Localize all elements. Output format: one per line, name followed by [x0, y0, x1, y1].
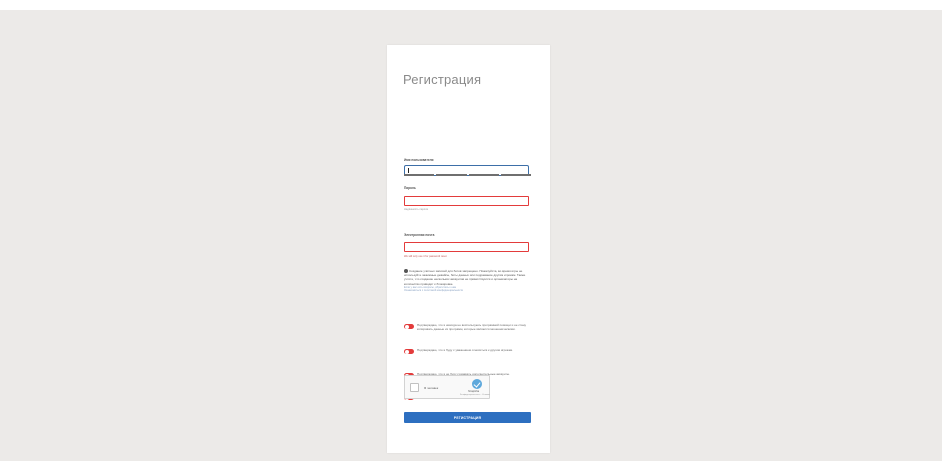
captcha-brand: hCaptcha	[468, 390, 480, 393]
strength-segment	[500, 174, 531, 176]
captcha-label: Я человек	[424, 386, 439, 390]
bot-policy-notice: Создание учётных записей для ботов запре…	[404, 269, 532, 293]
captcha-widget: Я человек hCaptcha Конфиденциальность · …	[404, 375, 490, 399]
password-field[interactable]	[404, 196, 529, 206]
password-strength-meter	[404, 174, 531, 176]
password-label: Пароль	[404, 186, 416, 190]
page-title: Регистрация	[403, 72, 482, 87]
captcha-checkbox[interactable]	[410, 383, 419, 392]
toggle-label: Подтверждаю, что я буду с уважением отно…	[417, 348, 513, 352]
email-field[interactable]	[404, 242, 529, 252]
register-button[interactable]: РЕГИСТРАЦИЯ	[404, 412, 531, 423]
registration-card: Регистрация Имя пользователя Пароль Надё…	[387, 45, 550, 453]
email-label: Электронная почта	[404, 233, 435, 237]
email-hint: We will only use it for password reset	[404, 255, 447, 258]
text-caret	[408, 168, 409, 173]
toggle-no-cheats[interactable]	[404, 324, 414, 329]
password-hint: Надёжность пароля	[404, 208, 429, 211]
notice-text: Создание учётных записей для ботов запре…	[404, 269, 526, 286]
toggle-row-respect: Подтверждаю, что я буду с уважением отно…	[404, 348, 534, 354]
captcha-logo-icon	[472, 379, 482, 389]
strength-segment	[436, 174, 467, 176]
toggle-row-no-cheats: Подтверждаю, что я никогда не воспользую…	[404, 323, 534, 331]
strength-segment	[404, 174, 435, 176]
captcha-terms-link[interactable]: Конфиденциальность · Условия	[460, 394, 490, 396]
username-label: Имя пользователя	[404, 158, 434, 162]
notice-link-privacy[interactable]: Ознакомиться с политикой конфиденциально…	[404, 289, 532, 293]
toggle-respect[interactable]	[404, 349, 414, 354]
strength-segment	[468, 174, 499, 176]
toggle-label: Подтверждаю, что я никогда не воспользую…	[417, 323, 526, 331]
